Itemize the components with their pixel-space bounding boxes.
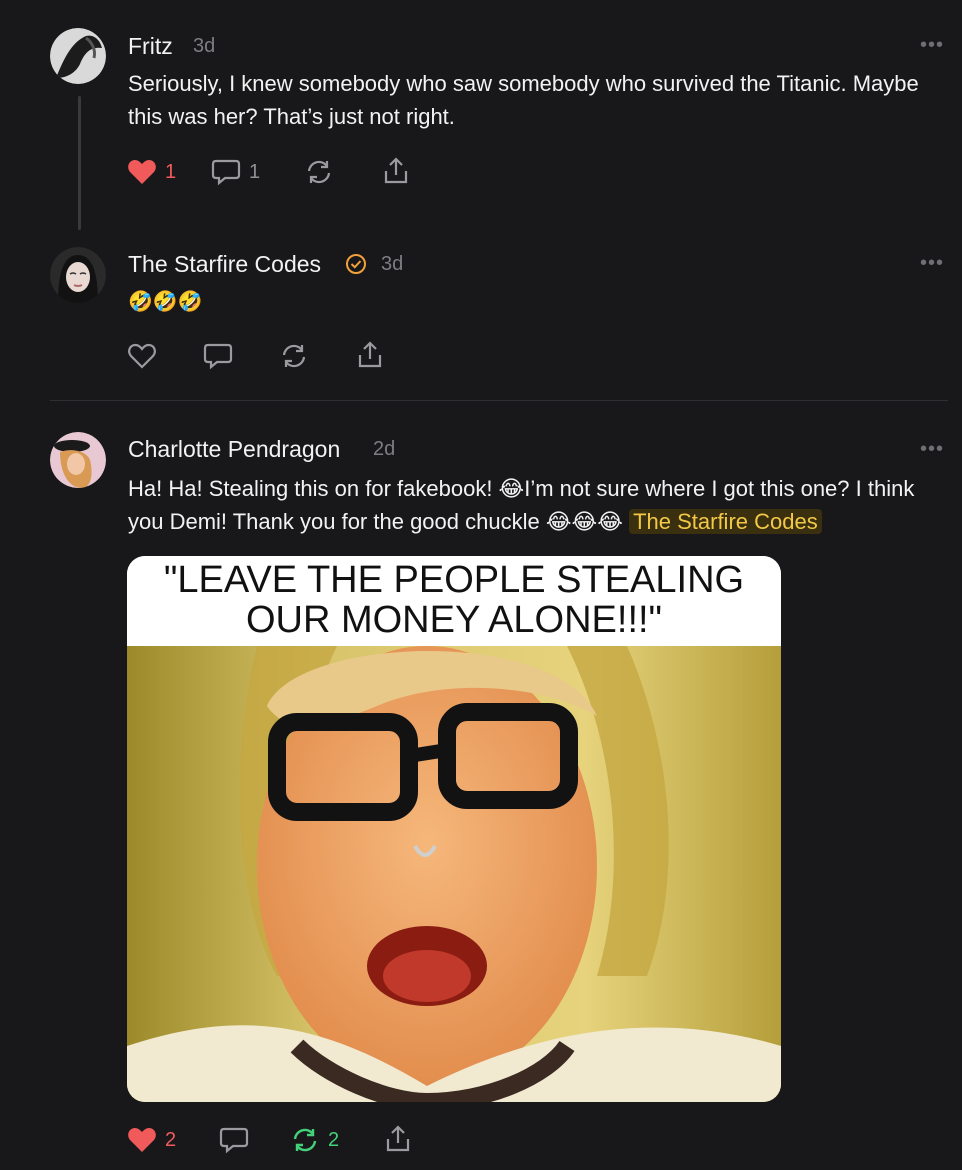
post-text: Ha! Ha! Stealing this on for fakebook! 😂… — [128, 472, 943, 538]
restack-icon — [282, 344, 306, 368]
comment-icon — [219, 1127, 249, 1154]
post-time: 3d — [381, 253, 404, 275]
post-time: 3d — [193, 35, 216, 57]
share-button[interactable] — [384, 1124, 412, 1159]
mention-link[interactable]: The Starfire Codes — [629, 509, 822, 534]
restack-icon — [307, 160, 331, 184]
meme-photo — [127, 646, 781, 1102]
post-text: Seriously, I knew somebody who saw someb… — [128, 71, 919, 129]
author-name[interactable]: Fritz — [128, 33, 173, 60]
post-time: 2d — [373, 438, 396, 460]
restack-button[interactable] — [304, 158, 334, 191]
comment-button[interactable]: 1 — [211, 158, 260, 186]
author-name[interactable]: Charlotte Pendragon — [128, 436, 340, 463]
heart-icon — [128, 343, 156, 369]
comment-icon — [211, 159, 241, 186]
restack-button[interactable]: 2 — [290, 1126, 339, 1154]
comment-icon — [203, 343, 233, 370]
comment-count: 1 — [249, 160, 261, 183]
thread-line — [78, 96, 81, 230]
like-button[interactable]: 1 — [127, 158, 176, 186]
verified-check-icon — [345, 253, 367, 280]
like-button[interactable] — [127, 342, 157, 375]
share-button[interactable] — [356, 340, 384, 375]
share-icon — [358, 341, 382, 368]
like-count: 1 — [165, 160, 177, 183]
meme-caption: "LEAVE THE PEOPLE STEALING OUR MONEY ALO… — [127, 556, 781, 646]
comment-button[interactable] — [219, 1126, 249, 1159]
comment-button[interactable] — [203, 342, 233, 375]
avatar[interactable] — [50, 432, 106, 488]
share-button[interactable] — [382, 156, 410, 191]
restack-count: 2 — [328, 1128, 340, 1151]
restack-icon — [293, 1128, 317, 1152]
more-options-icon[interactable]: ••• — [920, 34, 944, 57]
more-options-icon[interactable]: ••• — [920, 438, 944, 461]
divider — [50, 400, 948, 401]
restack-button[interactable] — [279, 342, 309, 375]
author-name[interactable]: The Starfire Codes — [128, 251, 321, 278]
like-count: 2 — [165, 1128, 177, 1151]
share-icon — [386, 1125, 410, 1152]
more-options-icon[interactable]: ••• — [920, 252, 944, 275]
avatar[interactable] — [50, 28, 106, 84]
heart-filled-icon — [128, 160, 156, 184]
avatar[interactable] — [50, 247, 106, 303]
share-icon — [384, 157, 408, 184]
like-button[interactable]: 2 — [127, 1126, 176, 1154]
meme-image[interactable]: "LEAVE THE PEOPLE STEALING OUR MONEY ALO… — [127, 556, 781, 1102]
post-text: 🤣🤣🤣 — [128, 291, 203, 313]
heart-filled-icon — [128, 1128, 156, 1152]
